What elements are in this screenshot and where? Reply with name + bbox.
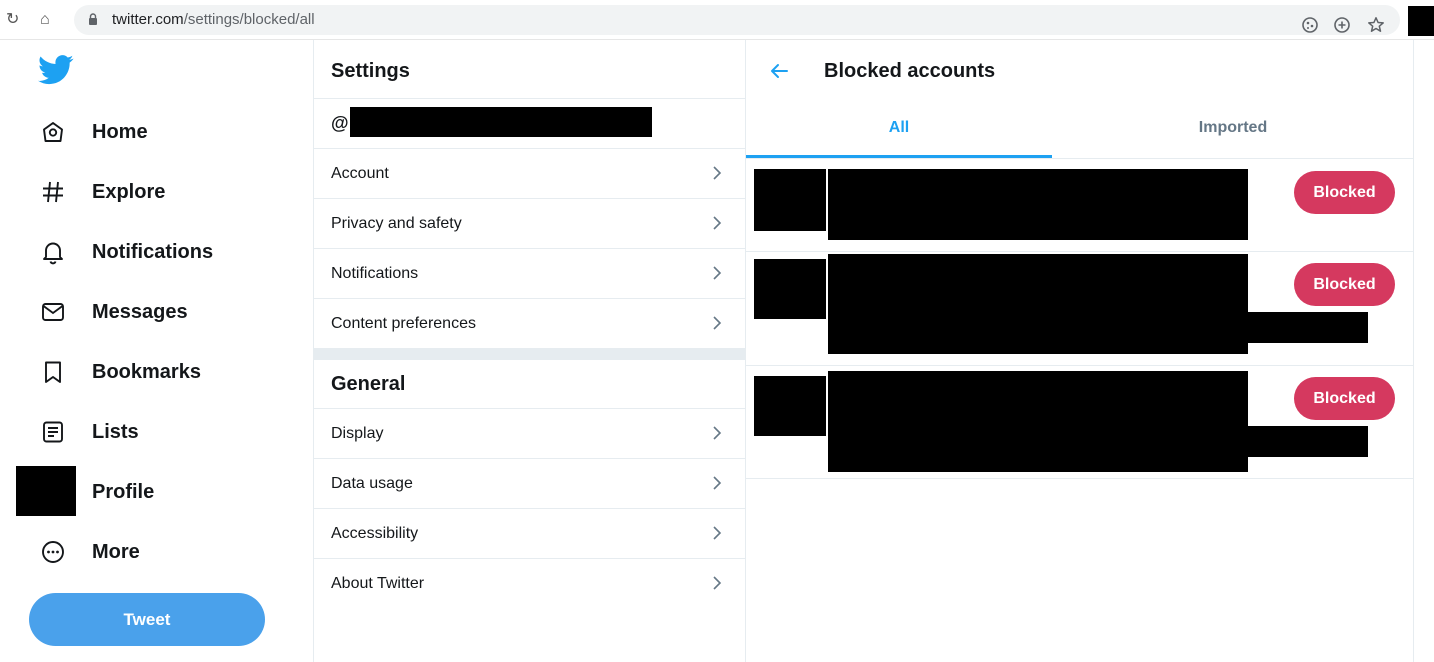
redacted-handle	[350, 107, 652, 137]
chevron-right-icon	[713, 576, 722, 590]
settings-item-content-preferences[interactable]: Content preferences	[314, 299, 746, 349]
bookmark-icon	[45, 361, 61, 383]
redacted-account-info	[828, 254, 1248, 354]
blocked-account-row[interactable]: Blocked	[746, 366, 1414, 479]
blocked-button[interactable]: Blocked	[1294, 171, 1395, 214]
reload-icon[interactable]: ↻	[6, 10, 19, 30]
section-separator	[314, 348, 746, 360]
settings-item-label: Data usage	[331, 475, 413, 492]
blocked-account-row[interactable]: Blocked	[746, 252, 1414, 366]
lock-icon	[89, 13, 97, 25]
page-title: Blocked accounts	[824, 60, 996, 82]
redacted-extension	[1408, 6, 1434, 36]
url-text: twitter.com/settings/blocked/all	[112, 11, 315, 29]
blocked-accounts-column: Blocked accounts All Imported Blocked Bl…	[746, 40, 1414, 662]
nav-messages[interactable]: Messages	[28, 286, 288, 338]
nav-profile-label: Profile	[92, 481, 155, 503]
account-handle-row[interactable]: @	[314, 99, 746, 149]
blocked-account-row[interactable]: Blocked	[746, 159, 1414, 252]
cookie-icon[interactable]	[1300, 15, 1320, 35]
add-circle-icon[interactable]	[1332, 15, 1352, 35]
nav-bookmarks-label: Bookmarks	[92, 361, 201, 383]
settings-column: Settings @ Account Privacy and safety No…	[313, 40, 746, 662]
nav-bookmarks[interactable]: Bookmarks	[28, 346, 288, 398]
more-icon	[42, 541, 64, 563]
twitter-bird-icon[interactable]	[38, 54, 74, 86]
back-arrow-icon[interactable]	[768, 60, 790, 82]
redacted-account-info	[1246, 312, 1368, 343]
settings-item-label: Account	[331, 165, 389, 182]
redacted-avatar	[754, 259, 826, 319]
address-bar[interactable]: twitter.com/settings/blocked/all	[74, 5, 1400, 35]
settings-item-display[interactable]: Display	[314, 409, 746, 459]
tab-all[interactable]: All	[746, 100, 1052, 158]
redacted-account-info	[1246, 426, 1368, 457]
nav-more-label: More	[92, 541, 140, 563]
settings-item-data-usage[interactable]: Data usage	[314, 459, 746, 509]
tweet-button[interactable]: Tweet	[29, 593, 265, 646]
settings-item-notifications[interactable]: Notifications	[314, 249, 746, 299]
redacted-account-info	[828, 371, 1248, 472]
redacted-account-info	[828, 169, 1248, 240]
settings-item-label: Accessibility	[331, 525, 419, 542]
chevron-right-icon	[713, 316, 722, 330]
settings-item-label: Notifications	[331, 265, 419, 282]
nav-explore[interactable]: Explore	[28, 166, 288, 218]
home-icon	[43, 122, 63, 142]
general-section-title: General	[331, 373, 406, 395]
browser-toolbar: ↻ ⌂ twitter.com/settings/blocked/all	[0, 0, 1434, 40]
settings-item-account[interactable]: Account	[314, 149, 746, 199]
chevron-right-icon	[713, 266, 722, 280]
nav-explore-label: Explore	[92, 181, 166, 203]
redacted-avatar	[754, 169, 826, 231]
nav-home-label: Home	[92, 121, 148, 143]
nav-profile[interactable]: Profile	[16, 466, 288, 518]
nav-lists-label: Lists	[92, 421, 139, 443]
hashtag-icon	[43, 181, 63, 203]
settings-title: Settings	[331, 60, 410, 82]
redacted-avatar	[754, 376, 826, 436]
settings-item-label: About Twitter	[331, 575, 425, 592]
chevron-right-icon	[713, 476, 722, 490]
url-host: twitter.com	[112, 11, 184, 28]
chevron-right-icon	[713, 426, 722, 440]
left-nav: Home Explore Notifications Messages Book…	[0, 40, 313, 662]
tab-imported[interactable]: Imported	[1052, 100, 1414, 158]
nav-lists[interactable]: Lists	[28, 406, 288, 458]
avatar	[16, 466, 76, 516]
nav-messages-label: Messages	[92, 301, 188, 323]
star-icon[interactable]	[1366, 15, 1386, 35]
settings-item-privacy[interactable]: Privacy and safety	[314, 199, 746, 249]
url-path: /settings/blocked/all	[183, 11, 315, 28]
settings-item-label: Display	[331, 425, 384, 442]
settings-item-about-twitter[interactable]: About Twitter	[314, 559, 746, 609]
settings-item-accessibility[interactable]: Accessibility	[314, 509, 746, 559]
envelope-icon	[42, 303, 64, 321]
chevron-right-icon	[713, 216, 722, 230]
nav-notifications[interactable]: Notifications	[28, 226, 288, 278]
nav-home[interactable]: Home	[28, 106, 288, 158]
nav-more[interactable]: More	[28, 526, 288, 578]
settings-item-label: Content preferences	[331, 315, 476, 332]
nav-notifications-label: Notifications	[92, 241, 214, 263]
chevron-right-icon	[713, 166, 722, 180]
bell-icon	[43, 242, 63, 265]
chevron-right-icon	[713, 526, 722, 540]
blocked-button[interactable]: Blocked	[1294, 377, 1395, 420]
settings-item-label: Privacy and safety	[331, 215, 462, 232]
blocked-button[interactable]: Blocked	[1294, 263, 1395, 306]
home-page-icon[interactable]: ⌂	[40, 10, 50, 30]
handle-prefix: @	[331, 113, 349, 133]
list-icon	[43, 421, 63, 443]
